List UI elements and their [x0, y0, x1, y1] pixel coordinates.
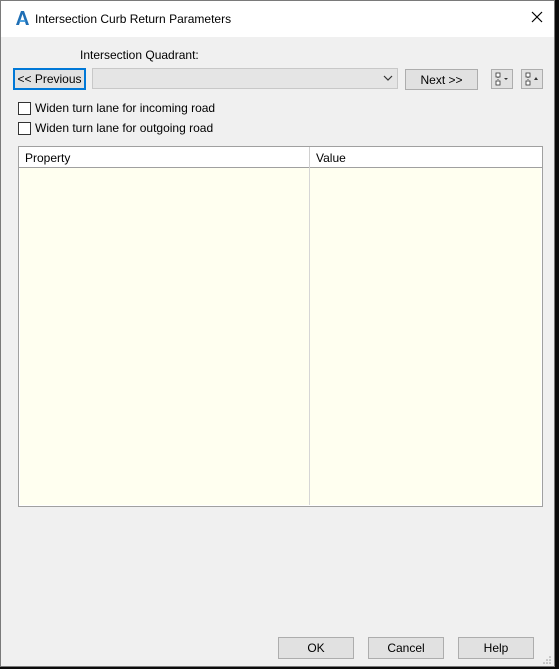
autocad-a-icon [14, 10, 30, 26]
grid-body[interactable] [20, 168, 541, 505]
column-divider[interactable] [309, 147, 310, 168]
collapse-expand-icon [522, 72, 542, 91]
property-layout-icon [492, 72, 512, 91]
property-grid[interactable]: Property Value [18, 146, 543, 507]
title-bar[interactable]: Intersection Curb Return Parameters [1, 1, 554, 37]
next-button[interactable]: Next >> [405, 69, 478, 90]
dialog-window: Intersection Curb Return Parameters Inte… [0, 0, 555, 667]
widen-outgoing-checkbox-row[interactable]: Widen turn lane for outgoing road [18, 121, 213, 135]
previous-button[interactable]: << Previous [13, 68, 86, 90]
resize-grip-icon[interactable] [542, 654, 552, 664]
grid-header: Property Value [19, 147, 542, 168]
quadrant-dropdown[interactable] [92, 68, 398, 89]
close-icon [531, 11, 543, 26]
grid-body-divider [309, 168, 310, 505]
ok-button[interactable]: OK [278, 637, 354, 659]
chevron-down-icon [382, 72, 394, 84]
column-header-value[interactable]: Value [316, 151, 346, 165]
widen-outgoing-checkbox[interactable] [18, 121, 31, 135]
quadrant-label: Intersection Quadrant: [80, 48, 199, 62]
widen-incoming-checkbox[interactable] [18, 101, 31, 115]
property-layout-button[interactable] [491, 69, 513, 89]
collapse-expand-button[interactable] [521, 69, 543, 89]
window-title: Intersection Curb Return Parameters [35, 12, 232, 26]
widen-outgoing-label: Widen turn lane for outgoing road [35, 121, 214, 135]
column-header-property[interactable]: Property [25, 151, 70, 165]
cancel-button[interactable]: Cancel [368, 637, 444, 659]
widen-incoming-label: Widen turn lane for incoming road [35, 101, 216, 115]
help-button[interactable]: Help [458, 637, 534, 659]
widen-incoming-checkbox-row[interactable]: Widen turn lane for incoming road [18, 101, 215, 115]
close-button[interactable] [520, 1, 554, 35]
